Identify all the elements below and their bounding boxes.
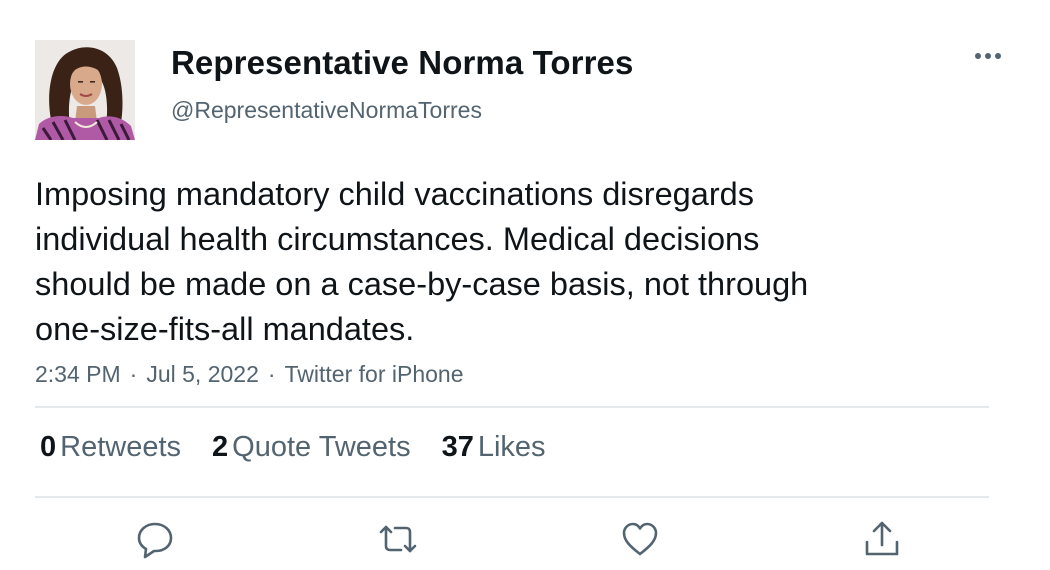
retweets-label: Retweets	[60, 431, 182, 463]
quote-tweets-label: Quote Tweets	[232, 431, 411, 463]
quote-tweets-count: 2	[212, 431, 229, 463]
divider	[35, 406, 989, 408]
meta-separator: ·	[129, 361, 138, 387]
tweet-time[interactable]: 2:34 PM	[35, 361, 121, 387]
likes-label: Likes	[477, 431, 546, 463]
tweet-meta: 2:34 PM · Jul 5, 2022 · Twitter for iPhone	[35, 361, 464, 388]
more-icon[interactable]	[970, 44, 1006, 68]
tweet-source[interactable]: Twitter for iPhone	[285, 361, 464, 387]
likes-count: 37	[441, 431, 474, 463]
tweet-text-line: should be made on a case-by-case basis, …	[35, 266, 809, 302]
like-icon[interactable]	[619, 518, 661, 560]
tweet-stats: 0 Retweets 2 Quote Tweets 37 Likes	[40, 431, 577, 464]
avatar[interactable]	[35, 40, 135, 140]
likes-stat[interactable]: 37 Likes	[442, 431, 546, 464]
tweet-text-line: Imposing mandatory child vaccinations di…	[35, 176, 754, 212]
tweet-text-line: one-size-fits-all mandates.	[35, 311, 415, 347]
tweet-text-line: individual health circumstances. Medical…	[35, 221, 760, 257]
meta-separator: ·	[267, 361, 276, 387]
user-handle[interactable]: @RepresentativeNormaTorres	[171, 97, 482, 124]
share-icon[interactable]	[861, 518, 903, 560]
retweet-icon[interactable]	[377, 518, 419, 560]
retweets-stat[interactable]: 0 Retweets	[40, 431, 181, 464]
tweet-date[interactable]: Jul 5, 2022	[146, 361, 259, 387]
display-name[interactable]: Representative Norma Torres	[171, 44, 633, 82]
avatar-photo	[35, 40, 135, 140]
divider	[35, 496, 989, 498]
quote-tweets-stat[interactable]: 2 Quote Tweets	[212, 431, 411, 464]
reply-icon[interactable]	[134, 518, 176, 560]
tweet-text: Imposing mandatory child vaccinations di…	[35, 172, 935, 352]
retweets-count: 0	[40, 431, 57, 463]
